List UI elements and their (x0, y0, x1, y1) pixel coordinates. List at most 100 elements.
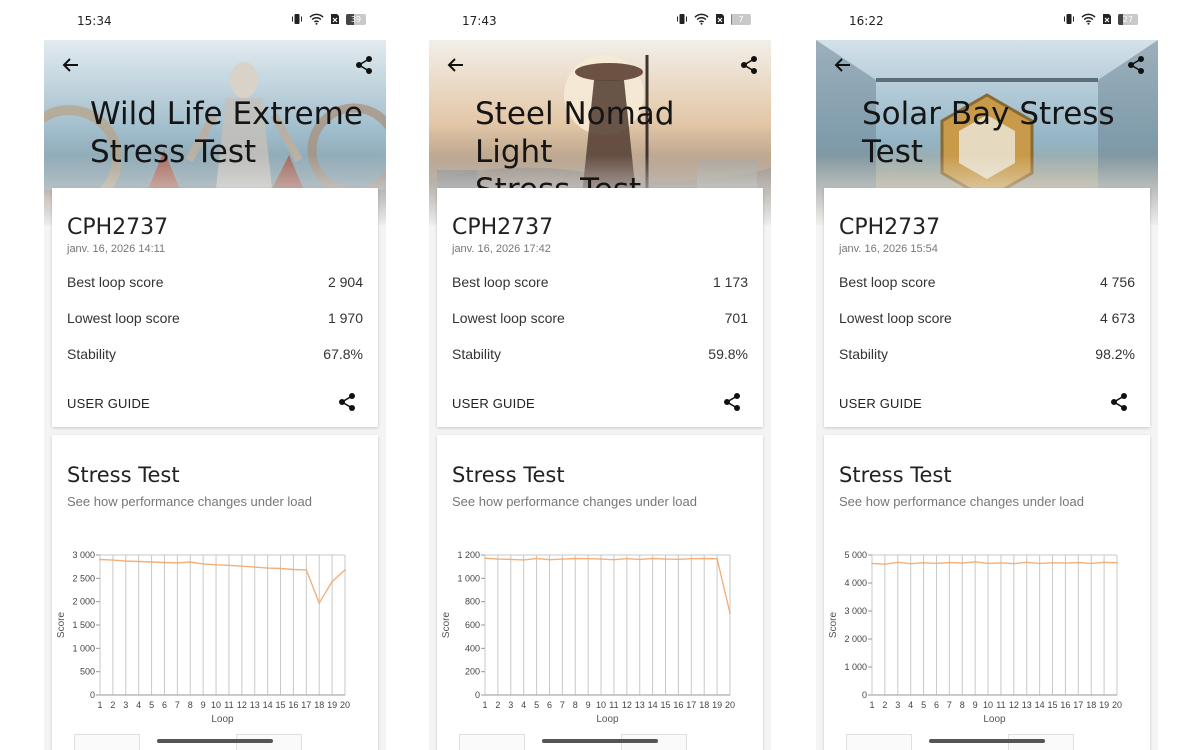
x-tick-label: 18 (699, 700, 709, 710)
score-point (331, 580, 334, 583)
score-point (625, 557, 628, 560)
score-point (638, 558, 641, 561)
y-tick-label: 1 000 (457, 573, 480, 583)
x-tick-label: 5 (149, 700, 154, 710)
x-tick-label: 2 (495, 700, 500, 710)
status-bar: 15:34 39 (44, 0, 386, 40)
score-point (484, 557, 486, 560)
x-tick-label: 18 (1086, 700, 1096, 710)
stability-row: Stability 98.2% (839, 346, 1135, 366)
share-result-button[interactable] (721, 391, 743, 413)
x-tick-label: 3 (123, 700, 128, 710)
result-card: CPH2737 janv. 16, 2026 14:11 Best loop s… (52, 188, 378, 427)
score-point (651, 557, 654, 560)
result-card: CPH2737 janv. 16, 2026 15:54 Best loop s… (824, 188, 1150, 427)
best-loop-score-value: 2 904 (327, 274, 363, 290)
y-tick-label: 1 500 (72, 620, 95, 630)
score-point (176, 562, 179, 564)
score-point (922, 561, 925, 564)
x-tick-label: 12 (622, 700, 632, 710)
share-result-button[interactable] (336, 391, 358, 413)
chart-subtitle: See how performance changes under load (839, 494, 1084, 509)
score-point (883, 563, 886, 566)
y-axis-label: Score (828, 612, 839, 639)
chart-title: Stress Test (452, 463, 565, 487)
score-point (240, 565, 243, 568)
chart-title: Stress Test (67, 463, 180, 487)
back-button[interactable] (831, 53, 855, 77)
x-tick-label: 3 (895, 700, 900, 710)
y-tick-label: 3 000 (72, 550, 95, 560)
user-guide-link[interactable]: USER GUIDE (67, 396, 150, 411)
x-tick-label: 2 (882, 700, 887, 710)
y-tick-label: 2 000 (844, 634, 867, 644)
stability-label: Stability (839, 346, 889, 362)
stress-test-chart: 05001 0001 5002 0002 5003 0001 2 3 4 5 6 7 8 9 10… (56, 550, 350, 725)
x-tick-label: 14 (263, 700, 273, 710)
x-tick-label: 13 (635, 700, 645, 710)
test-title: Wild Life Extreme Stress Test (90, 95, 370, 171)
x-tick-label: 14 (1035, 700, 1045, 710)
x-tick-label: 11 (609, 700, 618, 710)
score-point (99, 558, 101, 561)
y-tick-label: 1 200 (457, 550, 480, 560)
score-point (509, 558, 512, 561)
share-result-button[interactable] (1108, 391, 1130, 413)
score-point (253, 566, 256, 569)
home-indicator[interactable] (157, 739, 273, 743)
stress-test-card: Stress Test See how performance changes … (824, 435, 1150, 750)
home-indicator[interactable] (929, 739, 1045, 743)
test-title-line-1: Wild Life Extreme (90, 96, 363, 132)
best-loop-score-row: Best loop score 4 756 (839, 274, 1135, 294)
user-guide-link[interactable]: USER GUIDE (452, 396, 535, 411)
x-tick-label: 17 (301, 700, 311, 710)
back-button[interactable] (59, 53, 83, 77)
chart-subtitle: See how performance changes under load (67, 494, 312, 509)
lowest-loop-score-value: 701 (724, 310, 748, 326)
score-point (1012, 562, 1015, 565)
wifi-icon (694, 13, 709, 25)
user-guide-link[interactable]: USER GUIDE (839, 396, 922, 411)
lowest-loop-score-row: Lowest loop score 4 673 (839, 310, 1135, 330)
score-point (279, 567, 282, 570)
score-point (1000, 561, 1002, 564)
x-tick-label: 16 (1060, 700, 1070, 710)
y-tick-label: 600 (465, 620, 480, 630)
x-tick-label: 6 (162, 700, 167, 710)
x-tick-label: 8 (960, 700, 965, 710)
y-tick-label: 200 (465, 667, 480, 677)
x-tick-label: 2 (110, 700, 115, 710)
phone-screen-3: 16:22 27 Solar Bay Stress Test CPH2737 j… (816, 0, 1158, 750)
x-tick-label: 20 (1112, 700, 1122, 710)
score-point (1090, 562, 1093, 565)
score-series-line (99, 558, 346, 605)
test-date: janv. 16, 2026 17:42 (452, 243, 551, 255)
back-arrow-icon (834, 58, 850, 72)
x-tick-label: 15 (661, 700, 671, 710)
status-time: 17:43 (462, 14, 497, 28)
score-point (909, 562, 912, 565)
device-name: CPH2737 (839, 215, 941, 240)
test-title-line-2: Stress Test (90, 134, 257, 170)
share-button[interactable] (352, 53, 376, 77)
score-point (522, 559, 525, 561)
score-point (690, 557, 693, 560)
stress-test-card: Stress Test See how performance changes … (437, 435, 763, 750)
score-point (703, 557, 706, 560)
share-button[interactable] (1124, 53, 1148, 77)
y-tick-label: 2 000 (72, 597, 95, 607)
x-tick-label: 10 (211, 700, 221, 710)
x-tick-label: 13 (250, 700, 260, 710)
score-point (587, 557, 590, 560)
sim-icon (716, 14, 724, 24)
x-tick-label: 17 (1073, 700, 1083, 710)
x-tick-label: 8 (188, 700, 193, 710)
stability-value: 59.8% (708, 346, 748, 362)
home-indicator[interactable] (542, 739, 658, 743)
x-tick-label: 1 (97, 700, 102, 710)
share-button[interactable] (737, 53, 761, 77)
x-tick-label: 4 (136, 700, 141, 710)
back-button[interactable] (444, 53, 468, 77)
y-tick-label: 1 000 (72, 643, 95, 653)
y-tick-label: 3 000 (844, 606, 867, 616)
